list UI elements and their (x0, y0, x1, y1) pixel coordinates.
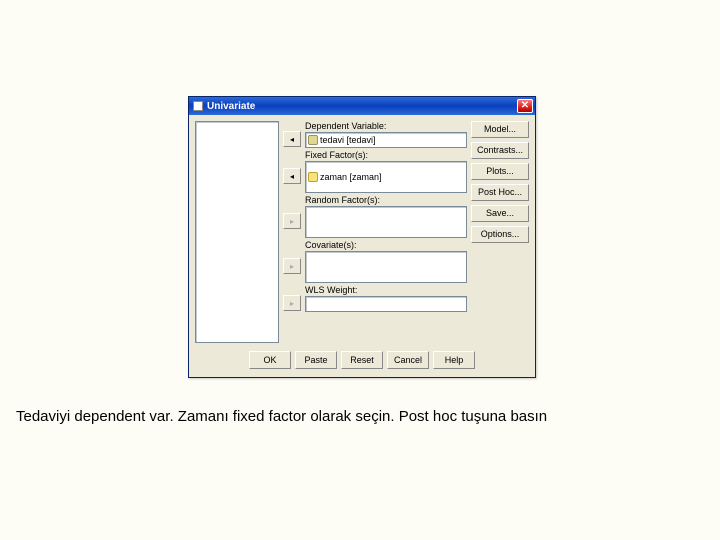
window-title: Univariate (207, 101, 517, 112)
covariate-label: Covariate(s): (305, 240, 467, 250)
app-icon (193, 101, 203, 111)
dependent-value: tedavi [tedavi] (320, 135, 376, 145)
posthoc-button[interactable]: Post Hoc... (471, 184, 529, 201)
fixed-value: zaman [zaman] (320, 172, 382, 182)
close-button[interactable]: ✕ (517, 99, 533, 113)
fields-column: ◂ Dependent Variable: tedavi [tedavi] ◂ … (283, 121, 467, 343)
move-covariate-button[interactable]: ▸ (283, 258, 301, 274)
wls-label: WLS Weight: (305, 285, 467, 295)
covariate-row: ▸ Covariate(s): (283, 240, 467, 283)
random-label: Random Factor(s): (305, 195, 467, 205)
move-random-button[interactable]: ▸ (283, 213, 301, 229)
random-slot[interactable] (305, 206, 467, 238)
slide-caption: Tedaviyi dependent var. Zamanı fixed fac… (16, 408, 547, 425)
paste-button[interactable]: Paste (295, 351, 337, 369)
ok-button[interactable]: OK (249, 351, 291, 369)
random-row: ▸ Random Factor(s): (283, 195, 467, 238)
help-button[interactable]: Help (433, 351, 475, 369)
reset-button[interactable]: Reset (341, 351, 383, 369)
move-wls-button[interactable]: ▸ (283, 295, 301, 311)
scale-var-icon (308, 135, 318, 145)
fixed-label: Fixed Factor(s): (305, 150, 467, 160)
bottom-bar: OK Paste Reset Cancel Help (189, 347, 535, 377)
close-icon: ✕ (521, 101, 529, 111)
dependent-slot[interactable]: tedavi [tedavi] (305, 132, 467, 148)
cancel-button[interactable]: Cancel (387, 351, 429, 369)
side-buttons: Model... Contrasts... Plots... Post Hoc.… (471, 121, 529, 343)
wls-slot[interactable] (305, 296, 467, 312)
move-dependent-button[interactable]: ◂ (283, 131, 301, 147)
dependent-label: Dependent Variable: (305, 121, 467, 131)
univariate-dialog: Univariate ✕ ◂ Dependent Variable: tedav… (188, 96, 536, 378)
fixed-slot[interactable]: zaman [zaman] (305, 161, 467, 193)
covariate-slot[interactable] (305, 251, 467, 283)
wls-row: ▸ WLS Weight: (283, 285, 467, 312)
dialog-body: ◂ Dependent Variable: tedavi [tedavi] ◂ … (189, 115, 535, 347)
save-button[interactable]: Save... (471, 205, 529, 222)
arrow-right-icon: ▸ (290, 299, 294, 308)
arrow-right-icon: ▸ (290, 217, 294, 226)
source-variable-list[interactable] (195, 121, 279, 343)
titlebar[interactable]: Univariate ✕ (189, 97, 535, 115)
plots-button[interactable]: Plots... (471, 163, 529, 180)
arrow-left-icon: ◂ (290, 172, 294, 181)
model-button[interactable]: Model... (471, 121, 529, 138)
dependent-row: ◂ Dependent Variable: tedavi [tedavi] (283, 121, 467, 148)
move-fixed-button[interactable]: ◂ (283, 168, 301, 184)
arrow-left-icon: ◂ (290, 135, 294, 144)
options-button[interactable]: Options... (471, 226, 529, 243)
nominal-var-icon (308, 172, 318, 182)
fixed-row: ◂ Fixed Factor(s): zaman [zaman] (283, 150, 467, 193)
contrasts-button[interactable]: Contrasts... (471, 142, 529, 159)
arrow-right-icon: ▸ (290, 262, 294, 271)
